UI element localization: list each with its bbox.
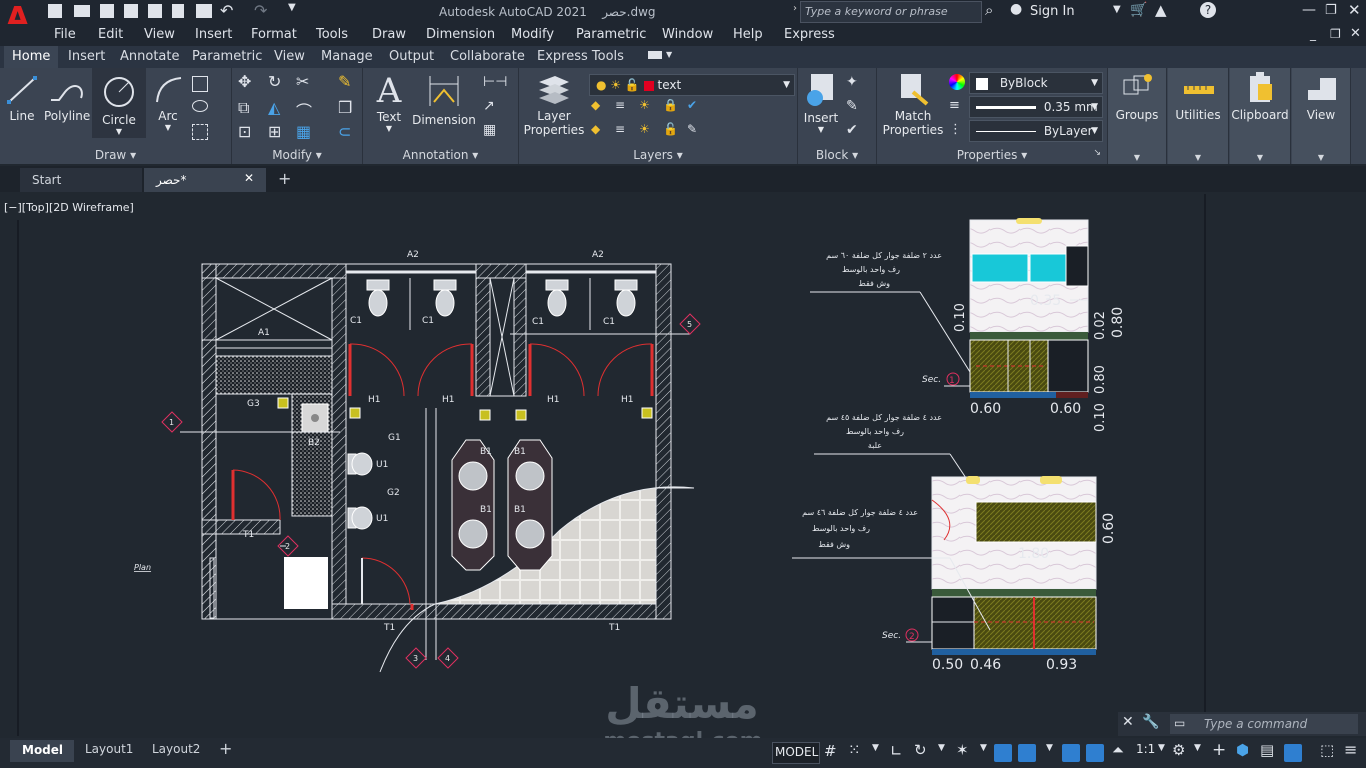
sec2-dim-180: 1.80 (1018, 546, 1049, 562)
sec2-note-b-line1: عدد ٤ ضلفة جوار كل ضلفة ٤٦ سم (802, 508, 918, 517)
status-bar: Model Layout1 Layout2 + MODEL # ⁙ ▼ ∟ ↻ … (0, 738, 1366, 768)
sec2-note-a-line1: عدد ٤ ضلفة جوار كل ضلفة ٤٥ سم (826, 413, 942, 422)
label-b1-a: B1 (480, 447, 492, 457)
layout-tab-layout2[interactable]: Layout2 (152, 742, 200, 756)
snap-icon[interactable]: ⁙ (848, 741, 861, 759)
label-a2-left: A2 (407, 250, 419, 260)
marker-5: 5 (687, 320, 692, 329)
marker-2: 2 (285, 542, 290, 551)
sec1-note-line1: عدد ٢ ضلفة جوار كل ضلفة ٦٠ سم (826, 251, 942, 260)
sec2-note-b-line3: وش فقط (818, 540, 850, 549)
add-layout-icon[interactable]: + (219, 739, 232, 758)
sec2-dim-093: 0.93 (1046, 657, 1077, 673)
label-t1-a: T1 (242, 530, 254, 540)
annotation-visibility-icon[interactable] (1062, 744, 1080, 762)
isolate-objects-icon[interactable] (1284, 744, 1302, 762)
label-h1-a: H1 (368, 395, 381, 405)
label-t1-c: T1 (608, 623, 620, 633)
model-space-label: MODEL (775, 745, 819, 759)
sec1-dim-060-b: 0.60 (1050, 401, 1081, 417)
sec1-dim-010-b: 0.10 (1093, 403, 1108, 432)
units-icon[interactable]: ⬢ (1236, 741, 1249, 759)
sec1-dim-010: 0.10 (953, 303, 968, 332)
sec2-number: 2 (909, 632, 915, 642)
sec2-label: Sec. (882, 631, 901, 641)
auto-scale-icon[interactable] (1086, 744, 1104, 762)
sec2-note-a-line3: علبة (868, 441, 882, 450)
label-c1-d: C1 (603, 317, 615, 327)
plan-label: Plan (134, 563, 151, 572)
sec2-note-b-line2: رف واحد بالوسط (812, 524, 870, 533)
osnap-icon[interactable] (1018, 744, 1036, 762)
quick-properties-icon[interactable]: ▤ (1260, 741, 1274, 759)
marker-1: 1 (169, 418, 174, 427)
label-c1-b: C1 (422, 316, 434, 326)
command-prompt-icon: ▭ (1174, 716, 1186, 730)
label-h1-d: H1 (621, 395, 634, 405)
command-placeholder: Type a command (1204, 717, 1308, 731)
sec1-label: Sec. (922, 375, 941, 385)
drawing-svg: A2 A2 A1 G3 C1 C1 C1 C1 H1 H1 H1 H1 G1 G… (17, 194, 1206, 754)
sec1-number: 1 (949, 376, 955, 386)
label-u1-a: U1 (376, 460, 388, 470)
label-h1-c: H1 (547, 395, 560, 405)
annotation-scale-icon[interactable]: ⏶ (1112, 741, 1124, 759)
label-b1-d: B1 (514, 505, 526, 515)
watermark-arabic: مستقل (605, 679, 759, 728)
workspace-gear-icon[interactable]: ⚙ (1172, 741, 1185, 759)
sec2-dim-050: 0.50 (932, 657, 963, 673)
label-c1-a: C1 (350, 316, 362, 326)
polar-dropdown-icon[interactable]: ▼ (938, 743, 945, 753)
annotation-scale-value[interactable]: 1:1 (1136, 742, 1155, 756)
label-b2: B2 (308, 438, 320, 448)
customization-menu-icon[interactable]: ≡ (1344, 740, 1357, 759)
ortho-icon[interactable]: ∟ (890, 742, 903, 760)
snap-dropdown-icon[interactable]: ▼ (872, 743, 879, 753)
label-g1: G1 (388, 433, 401, 443)
label-a2-right: A2 (592, 250, 604, 260)
sec1-note-line3: وش فقط (858, 279, 890, 288)
sec1-dim-080-a: 0.80 (1110, 307, 1126, 338)
command-close-icon[interactable]: ✕ (1122, 714, 1134, 730)
layout-tab-layout1[interactable]: Layout1 (85, 742, 133, 756)
command-input[interactable]: ▭ Type a command (1170, 714, 1358, 734)
osnap-tracking-icon[interactable] (994, 744, 1012, 762)
isodraft-dropdown-icon[interactable]: ▼ (980, 743, 987, 753)
label-u1-b: U1 (376, 514, 388, 524)
label-b1-b: B1 (480, 505, 492, 515)
layout-tab-model-label: Model (22, 743, 64, 757)
clean-screen-icon[interactable]: ⬚ (1320, 741, 1334, 759)
scale-dropdown-icon[interactable]: ▼ (1158, 743, 1165, 753)
label-t1-b: T1 (383, 623, 395, 633)
sec1-dim-060-a: 0.60 (970, 401, 1001, 417)
sec1-dim-002: 0.02 (1093, 311, 1108, 340)
label-g3: G3 (247, 399, 260, 409)
sec2-dim-060: 0.60 (1101, 513, 1117, 544)
command-line: ✕ 🔧 ▭ Type a command (1118, 712, 1366, 736)
label-a1: A1 (258, 328, 270, 338)
sec1-dim-035: 0.35 (1030, 293, 1061, 309)
marker-3: 3 (413, 654, 418, 663)
label-b1-c: B1 (514, 447, 526, 457)
isodraft-icon[interactable]: ✶ (956, 741, 969, 759)
sec1-note-line2: رف واحد بالوسط (842, 265, 900, 274)
label-g2: G2 (387, 488, 400, 498)
sec2-dim-046: 0.46 (970, 657, 1001, 673)
command-settings-icon[interactable]: 🔧 (1142, 714, 1159, 730)
workspace-dropdown-icon[interactable]: ▼ (1194, 743, 1201, 753)
label-h1-b: H1 (442, 395, 455, 405)
osnap-dropdown-icon[interactable]: ▼ (1046, 743, 1053, 753)
marker-4: 4 (445, 654, 450, 663)
layout-tab-model[interactable]: Model (10, 740, 74, 762)
annotation-monitor-icon[interactable]: + (1212, 740, 1226, 760)
label-c1-c: C1 (532, 317, 544, 327)
model-space-button[interactable]: MODEL (772, 742, 820, 764)
polar-icon[interactable]: ↻ (914, 741, 927, 759)
sec2-note-a-line2: رف واحد بالوسط (846, 427, 904, 436)
grid-icon[interactable]: # (824, 742, 837, 760)
section-2[interactable] (792, 453, 1097, 655)
sec1-dim-080-b: 0.80 (1093, 365, 1108, 394)
